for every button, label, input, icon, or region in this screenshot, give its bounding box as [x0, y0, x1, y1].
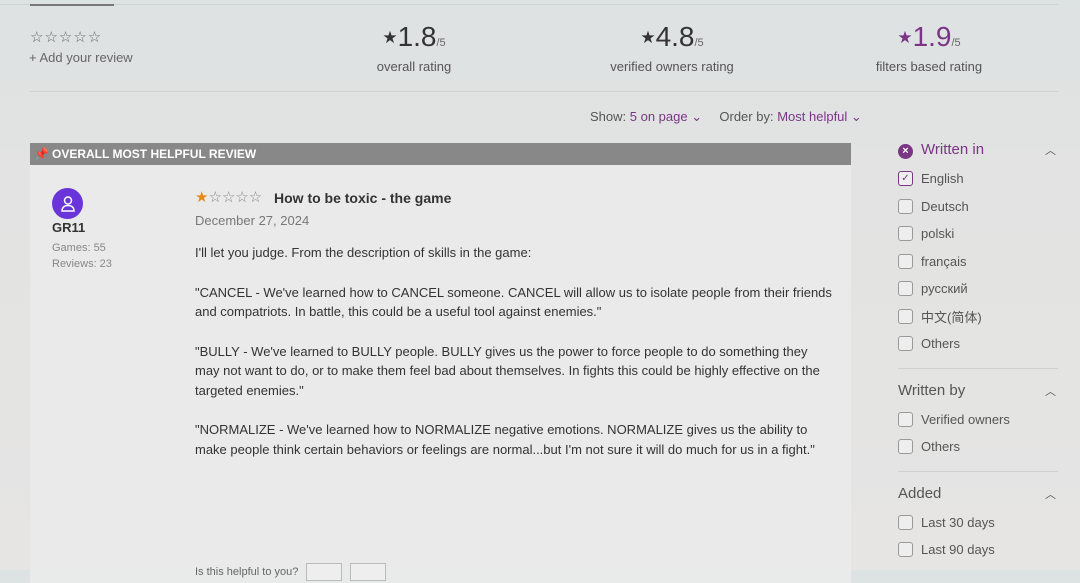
checkbox[interactable] [898, 439, 913, 455]
chevron-up-icon[interactable]: ︿ [1045, 142, 1056, 158]
filter-title: Written by [898, 382, 966, 399]
filter-option[interactable]: Verified owners [898, 406, 1058, 434]
checkbox[interactable] [898, 308, 913, 324]
review-paragraph: "NORMALIZE - We've learned how to NORMAL… [195, 422, 815, 457]
order-label: Order by: [719, 109, 774, 124]
review-card: 📌 OVERALL MOST HELPFUL REVIEW GR11 Games:… [30, 143, 851, 583]
star-icon: ★ [382, 28, 398, 47]
star-empty-icon: ☆☆☆☆ [208, 189, 263, 206]
review-paragraph: "CANCEL - We've learned how to CANCEL so… [195, 284, 832, 320]
helpful-prompt: Is this helpful to you? [195, 563, 387, 581]
review-title: How to be toxic - the game [274, 190, 452, 206]
filter-option[interactable]: polski [898, 220, 1058, 248]
helpful-no-button[interactable] [350, 563, 387, 581]
sort-bar: Show: 5 on page ⌄ Order by: Most helpful… [590, 109, 862, 125]
active-tab-underline [30, 4, 114, 6]
filters-based-rating: ★1.9/5 filters based rating [829, 21, 1029, 75]
helpful-yes-button[interactable] [306, 563, 343, 581]
add-review-link[interactable]: + Add your review [29, 50, 133, 65]
checkbox[interactable] [898, 411, 913, 427]
filter-option[interactable]: Last 30 days [898, 509, 1058, 537]
filter-added-header[interactable]: Added ︿ [898, 482, 1058, 506]
filter-written-in-header[interactable]: × Written in ︿ [898, 138, 1058, 162]
chevron-down-icon: ⌄ [850, 109, 862, 124]
order-value: Most helpful [777, 109, 848, 124]
filters-sidebar: × Written in ︿ ✓ English Deutsch polski frança… [898, 138, 1058, 564]
chevron-up-icon[interactable]: ︿ [1045, 383, 1056, 399]
review-date: December 27, 2024 [195, 213, 310, 228]
chevron-down-icon: ⌄ [691, 109, 703, 124]
top-border [0, 4, 1058, 5]
avatar[interactable] [52, 188, 83, 219]
filter-option[interactable]: ✓ English [898, 165, 1058, 193]
review-body: I'll let you judge. From the description… [195, 243, 835, 479]
user-icon [60, 195, 75, 212]
helpful-label: Is this helpful to you? [195, 566, 299, 578]
filter-title: Written in [921, 141, 985, 159]
checkbox[interactable] [898, 281, 913, 297]
show-label: Show: [590, 109, 627, 124]
rating-value: 1.8 [397, 21, 437, 52]
filter-option-label: polski [921, 226, 955, 242]
star-icon: ★ [897, 28, 913, 47]
filter-option[interactable]: français [898, 248, 1058, 276]
review-paragraph: I'll let you judge. From the description… [195, 245, 532, 260]
review-stars: ★☆☆☆☆ [195, 188, 262, 206]
filter-option-label: Verified owners [921, 411, 1010, 427]
star-icon: ★ [640, 28, 656, 47]
rate-stars[interactable]: ☆☆☆☆☆ [30, 28, 102, 46]
username[interactable]: GR11 [52, 220, 85, 235]
filter-option[interactable]: русский [898, 275, 1058, 303]
checkbox[interactable] [898, 336, 913, 352]
rating-max: /5 [694, 37, 704, 49]
show-dropdown[interactable]: 5 on page ⌄ [630, 109, 702, 124]
reviews-count: Reviews: 23 [52, 258, 112, 270]
filter-option-label: Others [921, 336, 961, 352]
filter-written-by-header[interactable]: Written by ︿ [898, 379, 1058, 403]
checkbox[interactable] [898, 198, 913, 214]
filter-option[interactable]: Others [898, 433, 1058, 461]
filter-option-label: 中文(简体) [921, 309, 982, 325]
order-dropdown[interactable]: Most helpful ⌄ [777, 109, 862, 124]
pin-icon: 📌 [34, 147, 49, 161]
rating-max: /5 [951, 37, 961, 49]
checkbox[interactable] [898, 542, 913, 558]
filter-title: Added [898, 485, 942, 502]
show-value: 5 on page [629, 109, 688, 124]
header-label: OVERALL MOST HELPFUL REVIEW [52, 147, 257, 161]
checkbox-checked[interactable]: ✓ [898, 171, 913, 187]
filter-option-label: Last 30 days [921, 514, 995, 530]
verified-owners-rating: ★4.8/5 verified owners rating [572, 21, 772, 75]
chevron-up-icon[interactable]: ︿ [1045, 486, 1056, 502]
filter-option[interactable]: Last 90 days [898, 536, 1058, 564]
review-paragraph: "BULLY - We've learned to BULLY people. … [195, 343, 820, 398]
rating-value: 4.8 [655, 21, 695, 52]
filter-option-label: English [921, 171, 964, 187]
filter-option[interactable]: Others [898, 330, 1058, 358]
review-card-header: 📌 OVERALL MOST HELPFUL REVIEW [30, 143, 851, 165]
filter-option-label: Deutsch [921, 198, 969, 214]
rating-label: verified owners rating [610, 59, 734, 74]
checkbox[interactable] [898, 226, 913, 242]
filter-option[interactable]: 中文(简体) [898, 303, 1058, 331]
filter-option-label: Others [921, 439, 961, 455]
divider [30, 91, 1058, 92]
checkbox[interactable] [898, 514, 913, 530]
filter-option-label: русский [921, 281, 968, 297]
rating-value: 1.9 [912, 21, 952, 52]
rating-max: /5 [436, 37, 446, 49]
star-filled-icon: ★ [195, 189, 209, 206]
filter-option[interactable]: Deutsch [898, 193, 1058, 221]
divider [898, 367, 1058, 369]
clear-filter-icon[interactable]: × [898, 143, 913, 159]
rating-label: filters based rating [875, 59, 983, 74]
checkbox[interactable] [898, 253, 913, 269]
filter-option-label: Last 90 days [921, 542, 995, 558]
games-count: Games: 55 [52, 242, 106, 254]
divider [898, 470, 1058, 472]
overall-rating: ★1.8/5 overall rating [314, 21, 514, 75]
filter-option-label: français [921, 253, 967, 269]
rating-label: overall rating [376, 59, 452, 74]
